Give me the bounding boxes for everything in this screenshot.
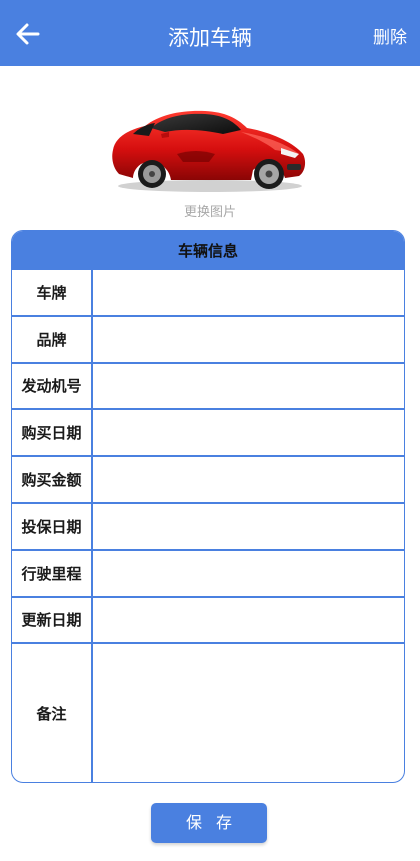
engine-number-input[interactable]: [93, 363, 404, 409]
field-row-notes: 备注: [12, 644, 404, 782]
field-label: 品牌: [12, 316, 93, 362]
field-label: 购买日期: [12, 410, 93, 456]
purchase-amount-input[interactable]: [93, 457, 404, 502]
save-button[interactable]: 保存: [151, 803, 267, 843]
purchase-date-input[interactable]: [93, 410, 404, 456]
app-bar: 添加车辆 删除: [0, 0, 420, 66]
field-row-mileage: 行驶里程: [12, 550, 404, 598]
vehicle-info-card: 车辆信息 车牌 品牌 发动机号 购买日期 购买金额 投保日期 行驶里程 更新日期…: [11, 230, 405, 783]
field-label: 车牌: [12, 270, 93, 315]
field-row-purchase-amount: 购买金额: [12, 457, 404, 504]
field-label: 投保日期: [12, 503, 93, 549]
mileage-input[interactable]: [93, 550, 404, 596]
info-card-header: 车辆信息: [12, 231, 404, 270]
field-label: 更新日期: [12, 597, 93, 643]
brand-input[interactable]: [93, 316, 404, 362]
insurance-date-input[interactable]: [93, 503, 404, 549]
delete-button[interactable]: 删除: [373, 0, 407, 66]
field-label: 备注: [12, 644, 93, 782]
car-photo[interactable]: [105, 102, 310, 194]
field-row-plate: 车牌: [12, 270, 404, 317]
field-row-brand: 品牌: [12, 316, 404, 364]
change-photo-link[interactable]: 更换图片: [0, 201, 420, 220]
field-label: 行驶里程: [12, 550, 93, 596]
car-image: [112, 110, 306, 192]
field-label: 购买金额: [12, 457, 93, 502]
page-title: 添加车辆: [168, 26, 252, 50]
plate-input[interactable]: [93, 270, 404, 315]
notes-textarea[interactable]: [93, 644, 404, 782]
field-label: 发动机号: [12, 363, 93, 409]
update-date-input[interactable]: [93, 597, 404, 643]
field-row-purchase-date: 购买日期: [12, 410, 404, 458]
field-row-insurance-date: 投保日期: [12, 503, 404, 551]
field-row-engine-number: 发动机号: [12, 363, 404, 411]
field-row-update-date: 更新日期: [12, 597, 404, 645]
